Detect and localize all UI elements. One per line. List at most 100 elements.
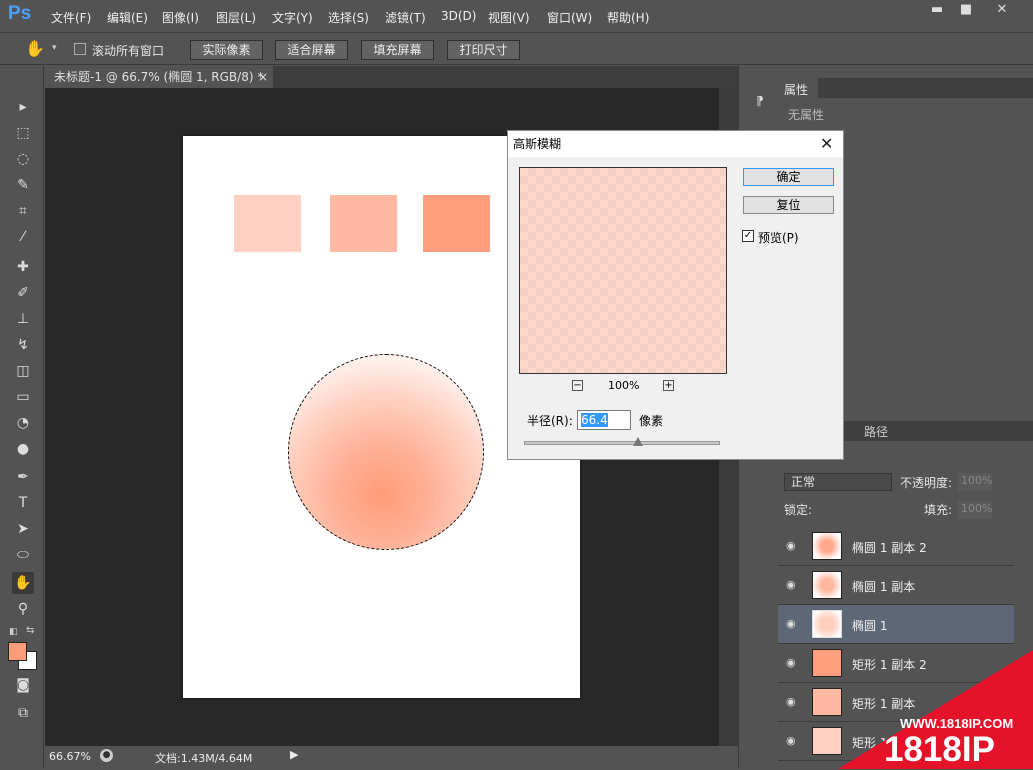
layer-row[interactable]: ◉ 矩形 1 副本 2 — [778, 644, 1014, 683]
swap-colors-icon[interactable]: ⇆ — [26, 625, 34, 636]
layer-thumbnail — [812, 532, 842, 560]
default-colors-icon[interactable]: ◧ — [9, 627, 18, 637]
menu-select[interactable]: 选择(S) — [328, 9, 369, 26]
layer-thumbnail — [812, 688, 842, 716]
brush-tool-icon[interactable]: ✐ — [12, 282, 34, 304]
menu-layer[interactable]: 图层(L) — [216, 9, 256, 26]
menu-3d[interactable]: 3D(D) — [441, 9, 476, 23]
reset-button[interactable]: 复位 — [743, 196, 834, 214]
quick-mask-icon[interactable]: ◙ — [12, 674, 34, 696]
app-logo: Ps — [8, 3, 32, 24]
zoom-out-icon[interactable]: − — [572, 380, 583, 391]
layer-row-selected[interactable]: ◉ 椭圆 1 — [778, 605, 1014, 644]
radius-input[interactable]: 66.4 — [577, 410, 631, 430]
actual-pixels-button[interactable]: 实际像素 — [190, 40, 263, 60]
fill-screen-button[interactable]: 填充屏幕 — [361, 40, 434, 60]
close-window-button[interactable]: ✕ — [982, 1, 1022, 19]
document-tab[interactable]: 未标题-1 @ 66.7% (椭圆 1, RGB/8) * × — [45, 66, 273, 88]
rectangle-shape-1 — [234, 195, 301, 252]
history-brush-tool-icon[interactable]: ↯ — [12, 334, 34, 356]
menu-image[interactable]: 图像(I) — [162, 9, 199, 26]
menu-view[interactable]: 视图(V) — [488, 9, 530, 26]
pen-tool-icon[interactable]: ✒ — [12, 466, 34, 488]
menu-window[interactable]: 窗口(W) — [547, 9, 592, 26]
clone-stamp-tool-icon[interactable]: ⊥ — [12, 308, 34, 330]
opacity-input[interactable]: 100% — [958, 473, 992, 491]
maximize-button[interactable]: ■ — [952, 1, 980, 19]
fill-label: 填充: — [924, 503, 953, 517]
layer-name: 椭圆 1 — [852, 619, 888, 633]
preview-label: 预览(P) — [758, 231, 799, 245]
watermark-url: WWW.1818IP.COM — [900, 716, 1014, 731]
rectangle-shape-2 — [330, 195, 397, 252]
print-size-button[interactable]: 打印尺寸 — [447, 40, 520, 60]
ok-button[interactable]: 确定 — [743, 168, 834, 186]
scroll-all-windows-label: 滚动所有窗口 — [92, 44, 165, 58]
layer-name: 矩形 1 副本 2 — [852, 658, 927, 672]
menu-file[interactable]: 文件(F) — [51, 9, 91, 26]
hand-tool-icon[interactable]: ✋ — [12, 572, 34, 594]
blur-tool-icon[interactable]: ◔ — [12, 412, 34, 434]
document-size: 文档:1.43M/4.64M — [155, 752, 253, 765]
opacity-label: 不透明度: — [900, 476, 953, 490]
crop-tool-icon[interactable]: ⌗ — [12, 200, 34, 222]
screen-mode-icon[interactable]: ⧉ — [12, 702, 34, 724]
ellipse-tool-icon[interactable]: ⬭ — [12, 544, 34, 566]
zoom-in-icon[interactable]: + — [663, 380, 674, 391]
visibility-eye-icon[interactable]: ◉ — [786, 695, 800, 709]
fit-screen-button[interactable]: 适合屏幕 — [275, 40, 348, 60]
blur-preview[interactable] — [519, 167, 727, 374]
menu-help[interactable]: 帮助(H) — [607, 9, 649, 26]
healing-brush-tool-icon[interactable]: ✚ — [12, 256, 34, 278]
blend-mode-select[interactable]: 正常 — [784, 473, 892, 491]
visibility-eye-icon[interactable]: ◉ — [786, 578, 800, 592]
history-panel-icon[interactable]: ⁋ — [749, 94, 771, 114]
quick-select-tool-icon[interactable]: ✎ — [12, 174, 34, 196]
zoom-tool-icon[interactable]: ⚲ — [12, 598, 34, 620]
scroll-all-windows-checkbox[interactable] — [74, 43, 86, 55]
minimize-button[interactable]: ▬ — [923, 1, 951, 19]
layer-row[interactable]: ◉ 椭圆 1 副本 — [778, 566, 1014, 605]
close-tab-icon[interactable]: × — [258, 66, 268, 88]
visibility-eye-icon[interactable]: ◉ — [786, 617, 800, 631]
status-info-icon[interactable]: ● — [100, 749, 113, 762]
visibility-eye-icon[interactable]: ◉ — [786, 734, 800, 748]
menu-filter[interactable]: 滤镜(T) — [385, 9, 426, 26]
zoom-level[interactable]: 66.67% — [49, 750, 91, 763]
layer-name: 矩形 1 副本 — [852, 697, 916, 711]
eraser-tool-icon[interactable]: ◫ — [12, 360, 34, 382]
layer-thumbnail — [812, 727, 842, 755]
dialog-title: 高斯模糊 — [508, 131, 843, 157]
no-properties-text: 无属性 — [788, 108, 825, 122]
foreground-color-swatch[interactable] — [8, 642, 27, 661]
dialog-close-icon[interactable]: ✕ — [820, 134, 833, 153]
tool-preset-dropdown-icon[interactable]: ▾ — [52, 43, 57, 53]
visibility-eye-icon[interactable]: ◉ — [786, 656, 800, 670]
rectangle-shape-3 — [423, 195, 490, 252]
marquee-tool-icon[interactable]: ⬚ — [12, 122, 34, 144]
tab-properties[interactable]: 属性 — [778, 78, 818, 98]
hand-tool-icon[interactable]: ✋ — [25, 39, 45, 58]
path-select-tool-icon[interactable]: ➤ — [12, 518, 34, 540]
menu-bar: Ps 文件(F) 编辑(E) 图像(I) 图层(L) 文字(Y) 选择(S) 滤… — [0, 0, 1033, 32]
eyedropper-tool-icon[interactable]: ⁄ — [12, 226, 34, 248]
fill-input[interactable]: 100% — [958, 501, 992, 519]
tab-paths[interactable]: 路径 — [864, 423, 888, 440]
menu-edit[interactable]: 编辑(E) — [107, 9, 148, 26]
visibility-eye-icon[interactable]: ◉ — [786, 539, 800, 553]
layer-row[interactable]: ◉ 椭圆 1 副本 2 — [778, 527, 1014, 566]
lasso-tool-icon[interactable]: ◌ — [12, 148, 34, 170]
blurred-ellipse-selection[interactable] — [288, 354, 484, 550]
gradient-tool-icon[interactable]: ▭ — [12, 386, 34, 408]
status-bar: 66.67% ● 文档:1.43M/4.64M ▶ — [45, 746, 738, 769]
menu-type[interactable]: 文字(Y) — [272, 9, 313, 26]
radius-slider-track[interactable] — [524, 441, 720, 445]
type-tool-icon[interactable]: T — [12, 492, 34, 514]
move-tool-icon[interactable]: ▸ — [12, 96, 34, 118]
status-menu-arrow-icon[interactable]: ▶ — [290, 748, 298, 761]
dodge-tool-icon[interactable]: ● — [12, 438, 34, 460]
radius-slider-thumb[interactable] — [633, 437, 643, 446]
preview-checkbox[interactable]: ✓ — [742, 230, 754, 242]
layer-thumbnail — [812, 571, 842, 599]
radius-unit: 像素 — [639, 414, 664, 428]
